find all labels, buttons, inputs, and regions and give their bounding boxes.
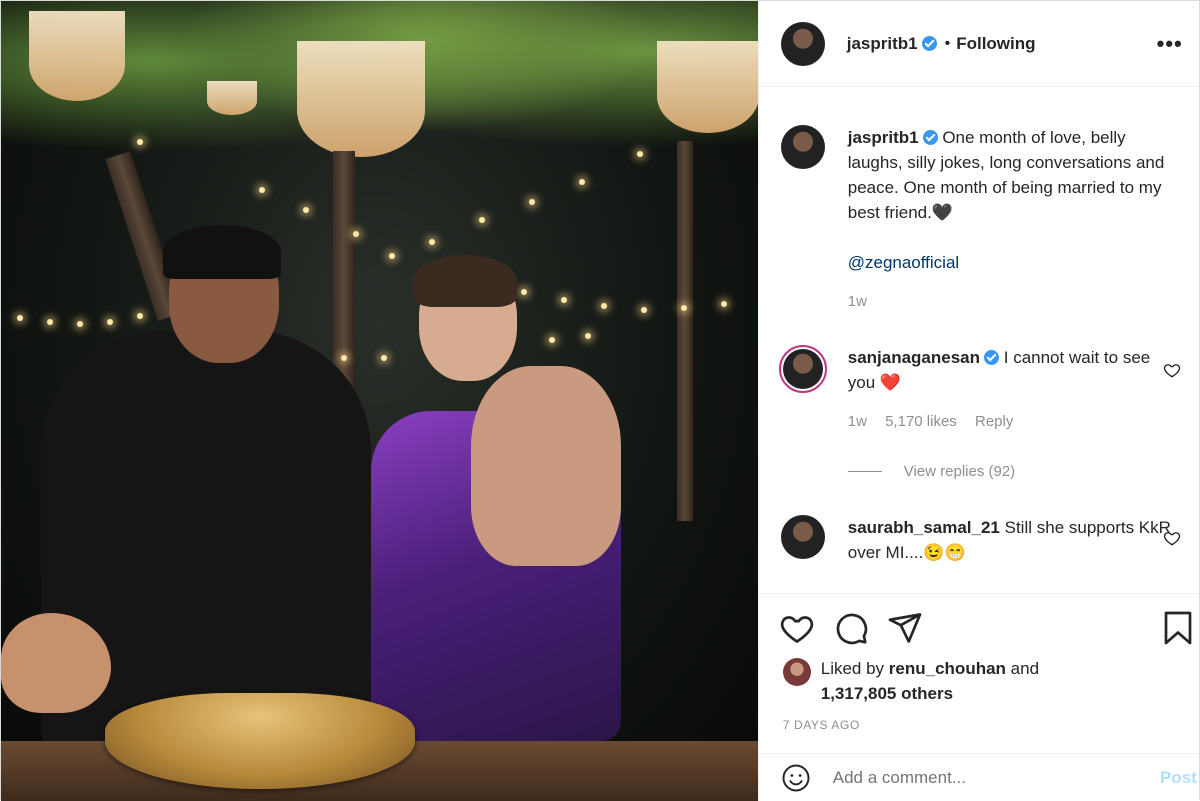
photo-lamp (207, 81, 257, 115)
comment-username[interactable]: saurabh_samal_21 (848, 518, 1000, 537)
photo-woman-hair (413, 255, 517, 307)
commenter-avatar[interactable] (778, 345, 827, 393)
action-icons (779, 610, 923, 646)
caption-mention-link[interactable]: @zegnaofficial (848, 253, 959, 272)
photo-lamp (657, 41, 758, 133)
comment-like-heart-icon[interactable] (1163, 361, 1181, 379)
liked-by: Liked by renu_chouhan and 1,317,805 othe… (782, 656, 1039, 706)
comment-like-heart-icon[interactable] (1163, 529, 1181, 547)
photo-brass-bowl (105, 693, 415, 789)
photo-lamp (29, 11, 125, 101)
comments-list[interactable]: jaspritb1 One month of love, belly laugh… (759, 87, 1199, 593)
liked-by-text: Liked by renu_chouhan and 1,317,805 othe… (821, 656, 1039, 706)
bookmark-icon[interactable] (1163, 610, 1193, 646)
commenter-avatar[interactable] (780, 515, 825, 559)
post-side-panel: jaspritb1 • Following ••• jaspritb1 One … (757, 1, 1199, 801)
caption-text-block: jaspritb1 One month of love, belly laugh… (848, 125, 1178, 314)
share-icon[interactable] (887, 610, 923, 646)
post-photo[interactable] (1, 1, 758, 801)
separator-dot: • (944, 34, 951, 52)
caption-row: jaspritb1 One month of love, belly laugh… (780, 125, 1178, 314)
view-replies-line (847, 471, 882, 472)
photo-lamp (297, 41, 425, 157)
caption-avatar[interactable] (780, 125, 825, 169)
verified-badge-icon (922, 130, 938, 145)
liker-avatar[interactable] (782, 658, 811, 686)
string-lights (1, 1, 758, 361)
post-actions: Liked by renu_chouhan and 1,317,805 othe… (758, 593, 1199, 743)
author-avatar[interactable] (780, 21, 825, 66)
comment-timestamp[interactable]: 1w (848, 413, 867, 430)
add-comment-input[interactable] (832, 767, 1133, 788)
comment-text-block: sanjanaganesan I cannot wait to see you … (848, 345, 1178, 434)
view-replies-button[interactable]: View replies (92) (847, 463, 1015, 480)
author-info: jaspritb1 • Following (847, 34, 1036, 54)
liked-by-and: and (1010, 659, 1040, 678)
comment-likes-count[interactable]: 5,170 likes (885, 413, 957, 430)
liked-by-prefix: Liked by (820, 659, 885, 678)
verified-badge-icon (921, 36, 937, 51)
comment-username[interactable]: sanjanaganesan (848, 348, 980, 367)
post-comment-button[interactable]: Post (1160, 768, 1197, 788)
photo-man-hair (163, 225, 281, 279)
liked-by-user[interactable]: renu_chouhan (889, 659, 1006, 678)
likes-others-count[interactable]: 1,317,805 others (821, 684, 953, 703)
comment-text-block: saurabh_samal_21 Still she supports KkR … (848, 515, 1178, 565)
instagram-post-window: jaspritb1 • Following ••• jaspritb1 One … (0, 0, 1200, 801)
author-username[interactable]: jaspritb1 (847, 34, 918, 54)
post-date[interactable]: 7 DAYS AGO (783, 718, 860, 732)
add-comment-bar: Post (758, 753, 1199, 801)
verified-badge-icon (984, 350, 1000, 365)
more-options-icon[interactable]: ••• (1157, 31, 1183, 57)
comment-row: saurabh_samal_21 Still she supports KkR … (780, 515, 1178, 565)
following-button[interactable]: Following (956, 34, 1035, 54)
comment-reply-button[interactable]: Reply (975, 413, 1013, 430)
heart-icon[interactable] (779, 610, 815, 646)
photo-woman-arms (471, 366, 621, 566)
comment-icon[interactable] (833, 610, 869, 646)
view-replies-label[interactable]: View replies (92) (904, 463, 1015, 480)
photo-tree-trunk (677, 141, 693, 521)
caption-username[interactable]: jaspritb1 (848, 128, 919, 147)
caption-timestamp[interactable]: 1w (848, 293, 867, 310)
comment-row: sanjanaganesan I cannot wait to see you … (778, 345, 1178, 434)
post-header: jaspritb1 • Following ••• (758, 1, 1199, 87)
emoji-icon[interactable] (781, 763, 811, 793)
